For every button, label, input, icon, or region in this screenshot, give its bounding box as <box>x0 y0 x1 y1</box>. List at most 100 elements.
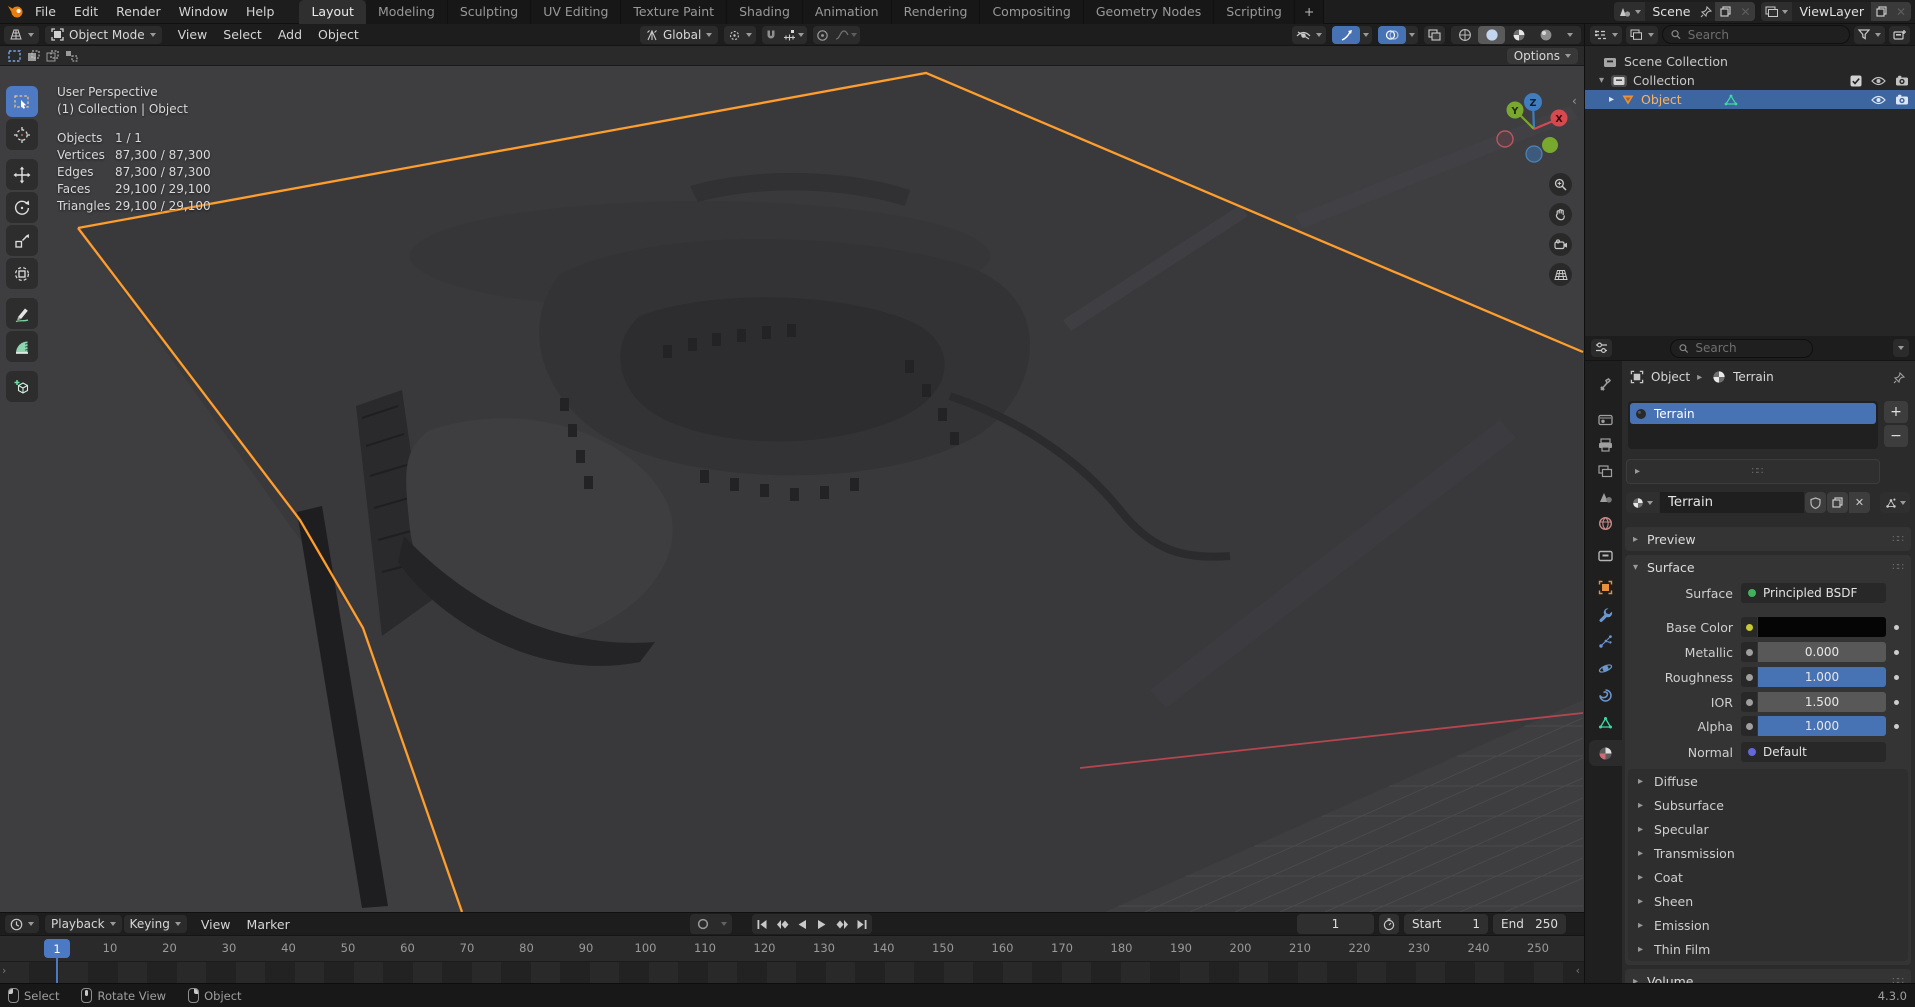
outliner-row-collection[interactable]: ▾ Collection <box>1585 71 1915 90</box>
outliner-row-scene-collection[interactable]: Scene Collection <box>1585 52 1915 71</box>
mode-selector[interactable]: Object Mode <box>45 26 162 44</box>
properties-search-input[interactable] <box>1693 340 1804 356</box>
transform-orientation-selector[interactable]: Global <box>640 26 718 44</box>
subpanel-specular[interactable]: ▸Specular <box>1628 817 1908 841</box>
camera-visibility-icon[interactable] <box>1895 75 1909 86</box>
scene-name[interactable]: Scene <box>1645 4 1697 19</box>
timeline-editor-type-selector[interactable] <box>5 915 39 933</box>
menu-select[interactable]: Select <box>215 27 270 42</box>
gizmos-dropdown[interactable] <box>1360 26 1372 44</box>
scene-browse-button[interactable] <box>1614 2 1645 21</box>
camera-visibility-icon[interactable] <box>1895 94 1909 105</box>
subpanel-sheen[interactable]: ▸Sheen <box>1628 889 1908 913</box>
tab-constraints-icon[interactable] <box>1595 685 1615 705</box>
properties-search[interactable] <box>1670 339 1813 358</box>
expand-icon[interactable]: ▸ <box>1609 94 1617 105</box>
tool-rotate[interactable] <box>6 192 38 223</box>
add-workspace-button[interactable]: + <box>1295 0 1324 24</box>
ior-slider[interactable]: 1.500 <box>1758 692 1886 712</box>
menu-help[interactable]: Help <box>237 0 284 24</box>
new-material-copy-icon[interactable] <box>1827 492 1848 513</box>
playhead[interactable] <box>56 956 58 983</box>
playback-menu[interactable]: Playback <box>45 915 122 933</box>
show-gizmo-toggle[interactable] <box>1332 26 1360 44</box>
shading-material-preview-button[interactable] <box>1505 26 1532 44</box>
outliner-filter-id-selector[interactable] <box>1626 26 1658 44</box>
gizmo-neg-y-axis[interactable] <box>1542 137 1558 153</box>
tab-shading[interactable]: Shading <box>727 0 803 24</box>
play-reverse-button[interactable] <box>792 914 812 934</box>
tool-transform[interactable] <box>6 258 38 289</box>
material-name-field[interactable] <box>1660 492 1804 513</box>
outliner-filter-button[interactable] <box>1854 26 1885 44</box>
subpanel-emission[interactable]: ▸Emission <box>1628 913 1908 937</box>
show-overlays-toggle[interactable] <box>1378 26 1406 44</box>
select-mode-invert-button[interactable] <box>63 48 80 63</box>
tool-add-cube[interactable] <box>6 371 38 402</box>
subpanel-diffuse[interactable]: ▸Diffuse <box>1628 769 1908 793</box>
auto-keying-toggle[interactable] <box>690 914 716 934</box>
tab-modeling[interactable]: Modeling <box>366 0 448 24</box>
base-color-swatch[interactable] <box>1758 617 1886 637</box>
menu-edit[interactable]: Edit <box>65 0 107 24</box>
menu-file[interactable]: File <box>26 0 65 24</box>
menu-add[interactable]: Add <box>270 27 310 42</box>
material-slot-active[interactable]: Terrain <box>1630 403 1876 424</box>
end-frame-field[interactable]: End 250 <box>1493 914 1566 934</box>
scene-copy-button[interactable] <box>1715 2 1735 21</box>
xray-toggle[interactable] <box>1424 26 1445 44</box>
view-layer-browse-button[interactable] <box>1761 2 1792 21</box>
menu-window[interactable]: Window <box>170 0 237 24</box>
current-frame-field[interactable]: 1 <box>1297 914 1374 934</box>
roughness-slider[interactable]: 1.000 <box>1758 667 1886 687</box>
tab-uv-editing[interactable]: UV Editing <box>531 0 621 24</box>
blender-logo-icon[interactable] <box>4 4 26 19</box>
volume-panel[interactable]: ▸ Volume ∷∷ <box>1625 969 1911 983</box>
pin-icon[interactable] <box>1697 6 1715 18</box>
outliner-display-mode-selector[interactable] <box>1590 26 1622 44</box>
shading-rendered-button[interactable] <box>1532 26 1559 44</box>
subpanel-coat[interactable]: ▸Coat <box>1628 865 1908 889</box>
slot-specials-row[interactable]: ▸ ∷∷ <box>1626 459 1880 484</box>
tab-physics-icon[interactable] <box>1595 658 1615 678</box>
tab-sculpting[interactable]: Sculpting <box>448 0 531 24</box>
pin-icon[interactable] <box>1893 372 1905 384</box>
jump-to-end-button[interactable] <box>852 914 872 934</box>
collapse-right-icon[interactable]: ‹ <box>1576 964 1580 977</box>
float-socket-button[interactable] <box>1741 716 1757 736</box>
overlays-dropdown[interactable] <box>1406 26 1418 44</box>
tab-tool-icon[interactable] <box>1595 375 1615 395</box>
collapse-icon[interactable]: ▾ <box>1599 75 1607 86</box>
tab-output-icon[interactable] <box>1595 435 1615 455</box>
play-button[interactable] <box>812 914 832 934</box>
surface-panel[interactable]: ▾ Surface ∷∷ Surface Principled BSDF Bas… <box>1625 555 1911 965</box>
tool-move[interactable] <box>6 159 38 190</box>
timeline-tracks[interactable]: › ‹ <box>0 961 1584 984</box>
expand-left-icon[interactable]: › <box>2 964 6 977</box>
tab-scene-icon[interactable] <box>1595 487 1615 507</box>
tool-scale[interactable] <box>6 225 38 256</box>
gizmo-y-axis[interactable]: Y <box>1511 106 1519 117</box>
snap-toggle-button[interactable] <box>762 26 780 44</box>
menu-object[interactable]: Object <box>310 27 367 42</box>
proportional-edit-toggle[interactable] <box>813 26 832 44</box>
viewport-canvas[interactable] <box>0 66 1584 912</box>
unlink-material-button[interactable]: ✕ <box>1849 492 1870 513</box>
new-collection-button[interactable] <box>1889 26 1910 44</box>
remove-material-slot-button[interactable]: − <box>1884 425 1908 447</box>
next-keyframe-button[interactable] <box>832 914 852 934</box>
outliner-row-object[interactable]: ▸ Object <box>1585 90 1915 109</box>
subpanel-transmission[interactable]: ▸Transmission <box>1628 841 1908 865</box>
pan-button[interactable] <box>1549 203 1572 226</box>
hide-eye-icon[interactable] <box>1871 76 1886 86</box>
menu-view[interactable]: View <box>170 27 216 42</box>
tool-annotate[interactable] <box>6 298 38 329</box>
options-button[interactable]: Options <box>1507 48 1578 64</box>
tool-measure[interactable] <box>6 331 38 362</box>
jump-to-start-button[interactable] <box>752 914 772 934</box>
keyframe-dot[interactable] <box>1894 650 1899 655</box>
keyframe-dot[interactable] <box>1894 700 1899 705</box>
tab-rendering[interactable]: Rendering <box>892 0 981 24</box>
camera-view-button[interactable] <box>1549 233 1572 256</box>
keyframe-dot[interactable] <box>1894 724 1899 729</box>
